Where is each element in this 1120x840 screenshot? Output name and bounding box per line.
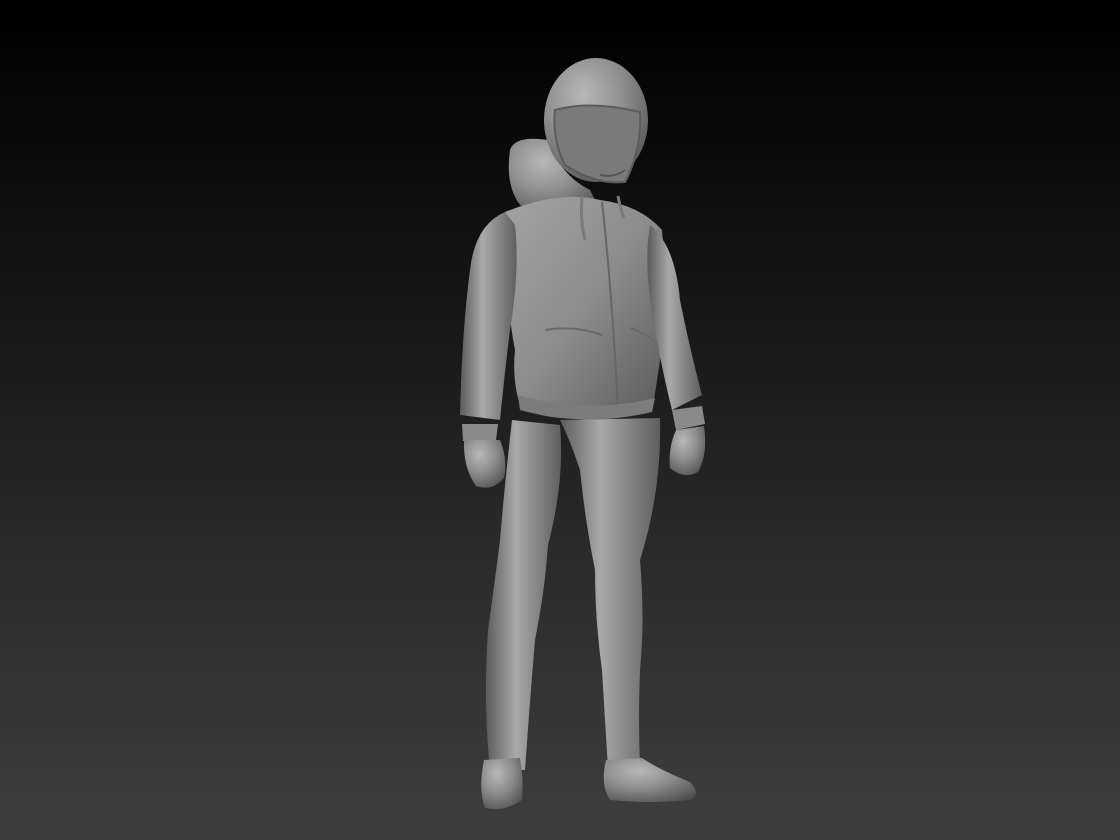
3d-viewport[interactable]	[0, 0, 1120, 840]
right-shoe-shape	[603, 758, 696, 802]
left-hand-shape	[463, 440, 506, 488]
right-cuff-shape	[672, 406, 705, 430]
left-arm-shape	[460, 212, 517, 420]
hoodie-torso-shape	[505, 196, 665, 419]
left-cuff-shape	[462, 424, 498, 441]
right-hand-shape	[669, 426, 706, 476]
left-shoe-shape	[481, 758, 523, 809]
sculpted-figure[interactable]	[0, 0, 1120, 840]
right-leg-shape	[560, 418, 661, 768]
